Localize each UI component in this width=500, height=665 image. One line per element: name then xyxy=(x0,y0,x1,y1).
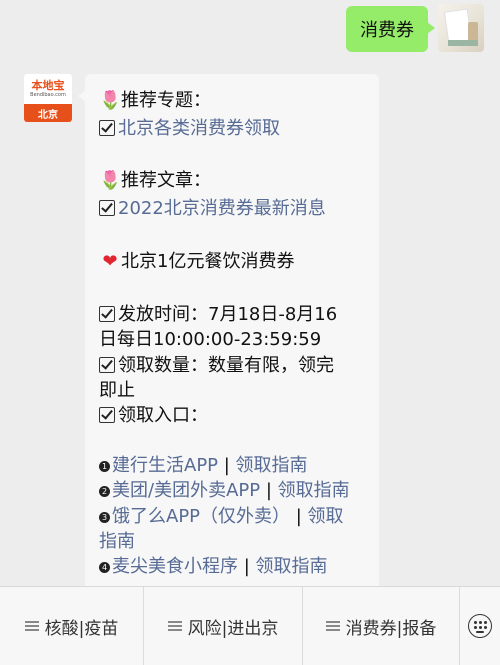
section1-link-row: 北京各类消费券领取 xyxy=(99,116,280,142)
section2-link-row: 2022北京消费券最新消息 xyxy=(99,196,326,222)
checkbox-icon xyxy=(99,357,115,373)
entry-link[interactable]: 饿了么APP（仅外卖） xyxy=(112,506,290,527)
number-badge: 1 xyxy=(99,461,110,472)
entry-item-1: 1 建行生活APP | 领取指南 xyxy=(99,453,308,479)
guide-link[interactable]: 领取 xyxy=(308,506,344,527)
number-badge: 4 xyxy=(99,562,110,573)
tulip-icon: 🌷 xyxy=(99,90,122,111)
user-avatar[interactable] xyxy=(438,4,484,52)
keyboard-toggle-button[interactable] xyxy=(460,587,500,665)
bendibao-logo: 本地宝 Bendibao.com xyxy=(30,78,66,98)
entry-item-2: 2 美团/美团外卖APP | 领取指南 xyxy=(99,478,350,504)
heart-icon: ❤ xyxy=(102,251,118,272)
logo-city-label: 北京 xyxy=(24,104,72,122)
checkbox-icon xyxy=(99,200,115,216)
entry-item-3: 3 饿了么APP（仅外卖） | 领取 xyxy=(99,504,344,530)
headline-text: 北京1亿元餐饮消费券 xyxy=(121,251,295,272)
entry-row: 领取入口： xyxy=(99,403,208,429)
article-link[interactable]: 2022北京消费券最新消息 xyxy=(118,198,326,219)
guide-link[interactable]: 领取指南 xyxy=(278,480,350,501)
section1-title-row: 🌷推荐专题： xyxy=(99,88,211,114)
entry-link[interactable]: 麦尖美食小程序 xyxy=(112,556,238,577)
guide-link[interactable]: 指南 xyxy=(99,531,135,552)
number-badge: 3 xyxy=(99,512,110,523)
entry-item-3-cont: 指南 xyxy=(99,529,135,555)
release-time-row: 发放时间：7月18日-8月16 xyxy=(99,302,337,328)
section2-title-row: 🌷推荐文章： xyxy=(99,168,211,194)
checkbox-icon xyxy=(99,407,115,423)
number-badge: 2 xyxy=(99,486,110,497)
menu-lines-icon xyxy=(167,621,182,631)
outgoing-message-text: 消费券 xyxy=(360,20,414,41)
chat-area: 消费券 本地宝 Bendibao.com 北京 🌷推荐专题： 北京各类消费券领取… xyxy=(0,0,500,586)
guide-link[interactable]: 领取指南 xyxy=(256,556,328,577)
release-time-row-2: 日每日10:00:00-23:59:59 xyxy=(99,329,322,350)
entry-item-4: 4 麦尖美食小程序 | 领取指南 xyxy=(99,554,328,580)
menu-lines-icon xyxy=(325,621,340,631)
bottom-menu-bar: 核酸|疫苗 风险|进出京 消费券|报备 xyxy=(0,586,500,665)
entry-link[interactable]: 建行生活APP xyxy=(112,455,218,476)
guide-link[interactable]: 领取指南 xyxy=(236,455,308,476)
menu-item-nucleic-vaccine[interactable]: 核酸|疫苗 xyxy=(0,587,144,665)
quantity-row-2: 即止 xyxy=(99,380,135,401)
menu-item-coupon-report[interactable]: 消费券|报备 xyxy=(303,587,460,665)
outgoing-message-bubble[interactable]: 消费券 xyxy=(346,6,435,52)
topic-link[interactable]: 北京各类消费券领取 xyxy=(118,118,280,139)
checkbox-icon xyxy=(99,120,115,136)
keyboard-icon xyxy=(468,614,492,638)
quantity-row: 领取数量：数量有限，领完 xyxy=(99,353,334,379)
entry-link[interactable]: 美团/美团外卖APP xyxy=(112,480,260,501)
menu-lines-icon xyxy=(24,621,39,631)
bot-avatar[interactable]: 本地宝 Bendibao.com 北京 xyxy=(24,74,72,122)
headline-row: ❤ 北京1亿元餐饮消费券 xyxy=(99,249,294,275)
menu-item-risk-travel[interactable]: 风险|进出京 xyxy=(144,587,303,665)
incoming-message-bubble: 🌷推荐专题： 北京各类消费券领取 🌷推荐文章： 2022北京消费券最新消息 ❤ 北… xyxy=(78,74,379,586)
tulip-icon: 🌷 xyxy=(99,170,122,191)
checkbox-icon xyxy=(99,306,115,322)
